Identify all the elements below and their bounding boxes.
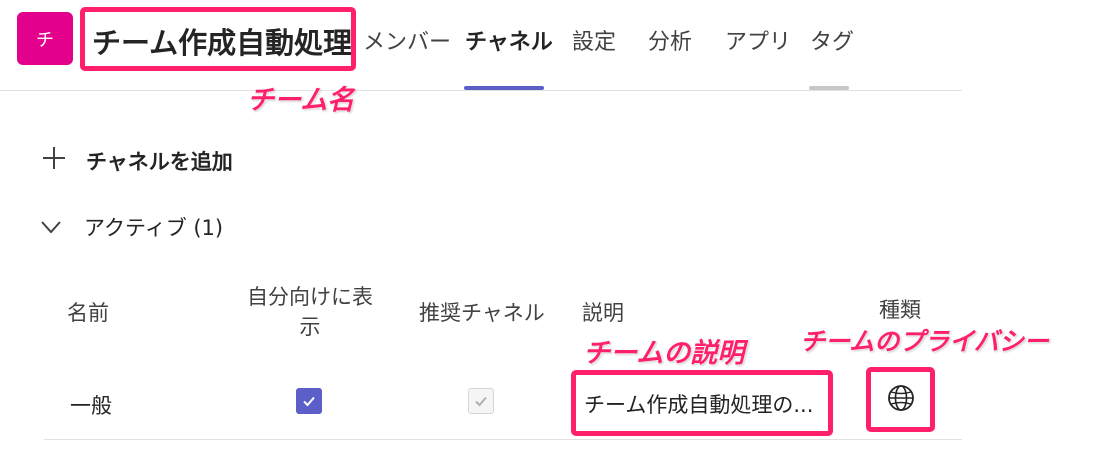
column-header-show-for-me: 自分向けに表 示 <box>238 282 382 342</box>
checkmark-icon <box>475 396 487 407</box>
description-highlight <box>571 370 833 436</box>
column-header-description: 説明 <box>582 301 624 325</box>
privacy-annotation: チームのプライバシー <box>800 327 1049 356</box>
recommended-checkbox <box>468 388 494 414</box>
tab-tags[interactable]: タグ <box>810 24 854 56</box>
chevron-down-icon[interactable] <box>38 214 64 240</box>
tab-members[interactable]: メンバー <box>363 24 451 56</box>
description-annotation: チームの説明 <box>583 338 745 369</box>
column-header-type: 種類 <box>879 298 921 322</box>
column-header-show-for-me-line2: 示 <box>299 315 321 339</box>
team-name-annotation: チーム名 <box>247 85 355 116</box>
tab-settings[interactable]: 設定 <box>572 24 616 56</box>
channel-name[interactable]: 一般 <box>70 390 112 420</box>
team-name-highlight <box>80 7 356 71</box>
checkmark-icon <box>303 396 315 407</box>
column-header-name: 名前 <box>67 301 109 325</box>
tab-analytics[interactable]: 分析 <box>648 24 692 56</box>
plus-icon[interactable] <box>40 144 68 172</box>
tab-apps[interactable]: アプリ <box>725 24 791 56</box>
privacy-highlight <box>866 367 935 432</box>
show-for-me-checkbox[interactable] <box>296 388 322 414</box>
column-header-recommended: 推奨チャネル <box>419 301 545 325</box>
add-channel-button[interactable]: チャネルを追加 <box>86 146 233 176</box>
tab-channels[interactable]: チャネル <box>465 24 553 56</box>
section-title-active[interactable]: アクティブ (1) <box>84 212 223 242</box>
row-divider <box>44 439 962 440</box>
team-avatar-initial: チ <box>36 29 54 51</box>
team-avatar[interactable]: チ <box>17 12 73 65</box>
column-header-show-for-me-line1: 自分向けに表 <box>247 285 373 309</box>
header-divider <box>0 90 962 91</box>
